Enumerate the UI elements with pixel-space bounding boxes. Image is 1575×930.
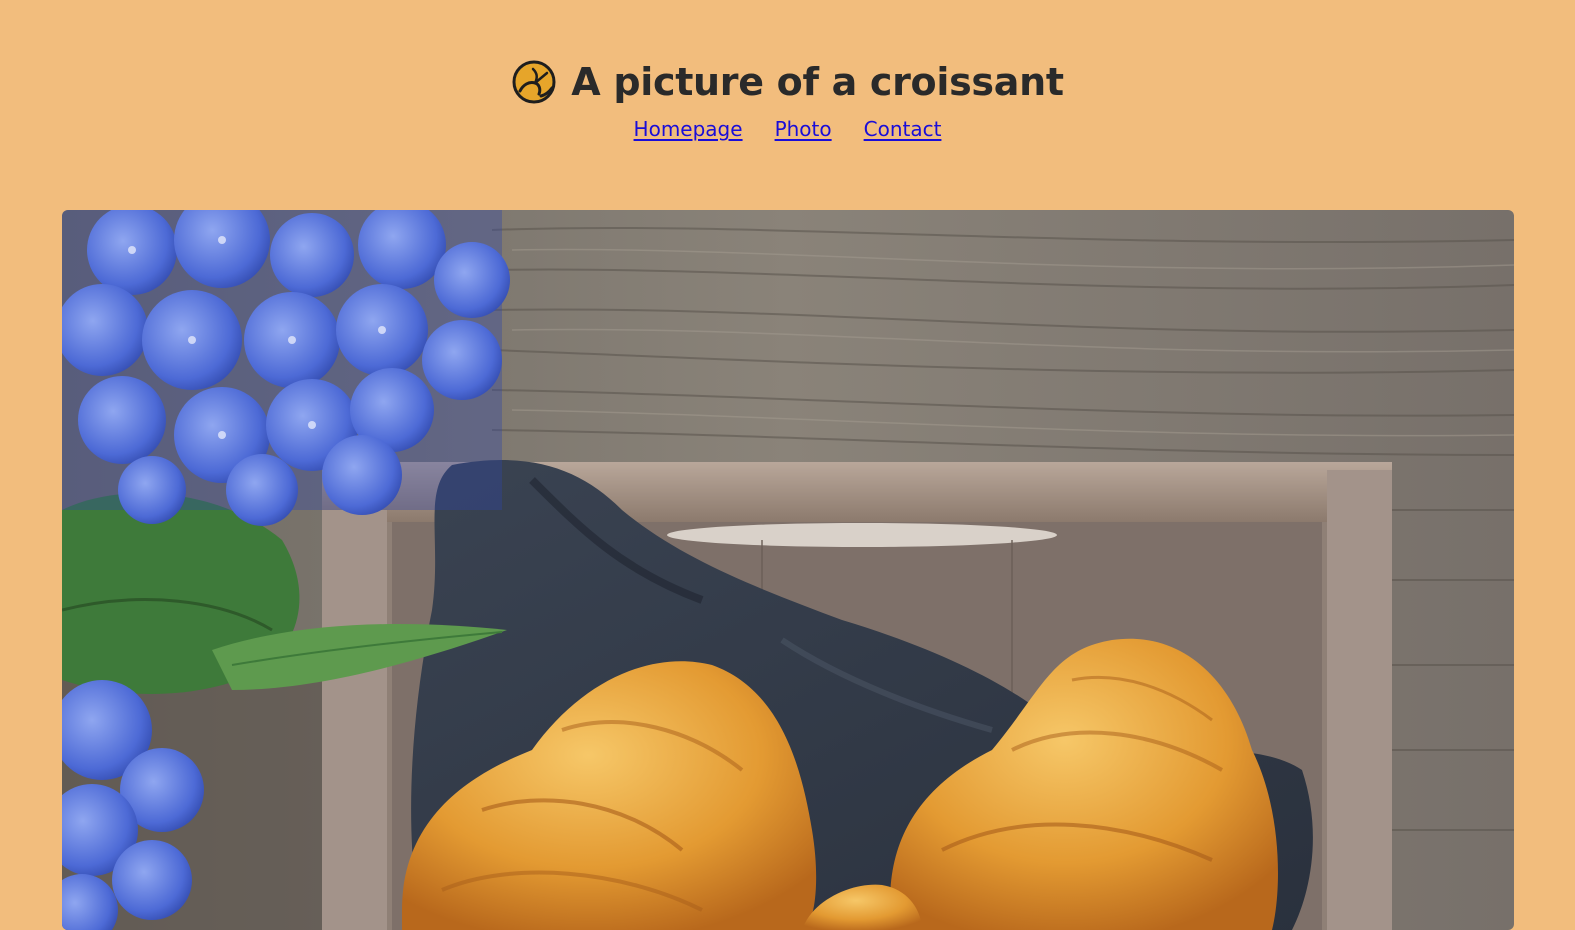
hydrangea-flowers xyxy=(62,210,510,526)
main-nav: Homepage Photo Contact xyxy=(0,117,1575,141)
croissant-icon xyxy=(512,60,556,104)
nav-link-contact[interactable]: Contact xyxy=(864,117,942,141)
page-title: A picture of a croissant xyxy=(571,60,1064,104)
title-row: A picture of a croissant xyxy=(0,56,1575,108)
croissant-photo xyxy=(62,210,1514,930)
nav-link-homepage[interactable]: Homepage xyxy=(634,117,743,141)
page-header: A picture of a croissant Homepage Photo … xyxy=(0,0,1575,200)
nav-link-photo[interactable]: Photo xyxy=(775,117,832,141)
photo-illustration xyxy=(62,210,1514,930)
